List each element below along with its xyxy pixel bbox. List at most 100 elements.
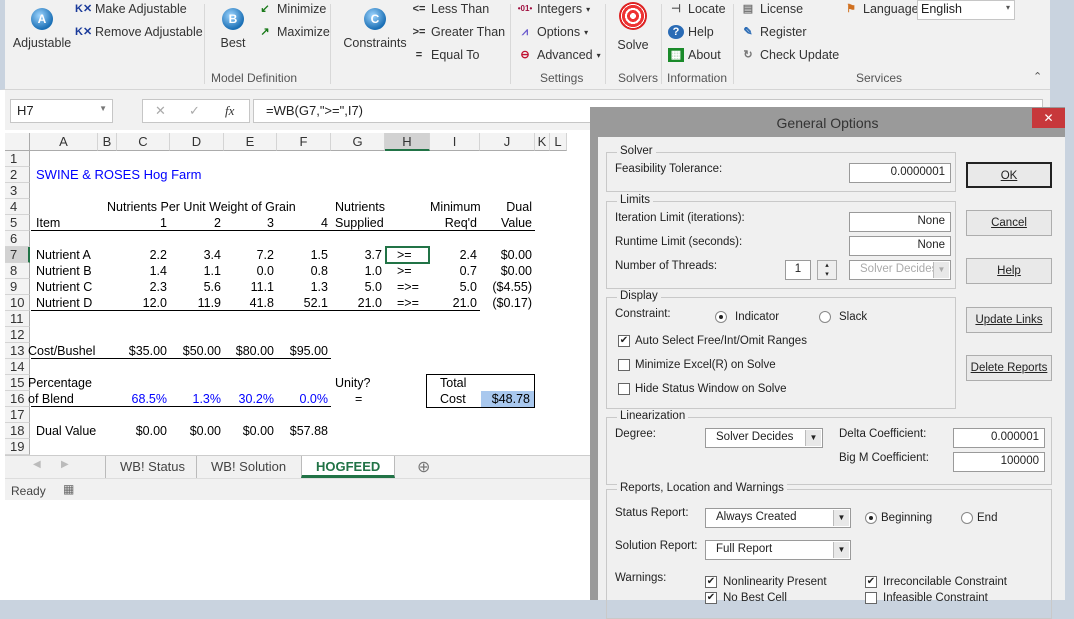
delete-reports-button[interactable]: Delete Reports: [966, 355, 1052, 381]
cell-D16[interactable]: 1.3%: [170, 391, 222, 407]
help-ribbon-button[interactable]: ? Help: [668, 25, 714, 39]
cell-F8[interactable]: 0.8: [277, 263, 328, 279]
hide-status-checkbox[interactable]: [618, 383, 630, 395]
cell-E10[interactable]: 41.8: [224, 295, 274, 311]
no-best-cell-checkbox[interactable]: ✔: [705, 592, 717, 604]
cell-C13[interactable]: $35.00: [117, 343, 167, 359]
cell-J10[interactable]: ($0.17): [480, 295, 532, 311]
cell-J8[interactable]: $0.00: [480, 263, 532, 279]
column-header-A[interactable]: A: [30, 133, 98, 151]
row-header-18[interactable]: 18: [5, 423, 30, 439]
cell-A18[interactable]: Dual Value: [36, 423, 96, 439]
column-header-D[interactable]: D: [170, 133, 224, 151]
cell-I9[interactable]: 5.0: [430, 279, 477, 295]
runtime-limit-input[interactable]: None: [849, 236, 951, 256]
best-button[interactable]: B Best: [213, 8, 253, 50]
cell-A8[interactable]: Nutrient B: [36, 263, 92, 279]
cell-C9[interactable]: 2.3: [117, 279, 167, 295]
slack-radio[interactable]: [819, 311, 831, 323]
row-header-15[interactable]: 15: [5, 375, 30, 391]
threads-mode-select[interactable]: Solver Decides ▼: [849, 260, 951, 280]
cell-J9[interactable]: ($4.55): [480, 279, 532, 295]
cell-C16[interactable]: 68.5%: [117, 391, 167, 407]
cell-A9[interactable]: Nutrient C: [36, 279, 92, 295]
collapse-ribbon-icon[interactable]: ⌃: [1033, 70, 1042, 83]
advanced-menu[interactable]: ⊖ Advanced ▾: [517, 48, 600, 62]
cell-G7[interactable]: 3.7: [331, 247, 382, 263]
row-header-19[interactable]: 19: [5, 439, 30, 455]
locate-button[interactable]: ⊣ Locate: [668, 2, 725, 16]
row-header-12[interactable]: 12: [5, 327, 30, 343]
row-header-14[interactable]: 14: [5, 359, 30, 375]
cell-I10[interactable]: 21.0: [430, 295, 477, 311]
cell-A2[interactable]: SWINE & ROSES Hog Farm: [36, 167, 201, 183]
cell-I7[interactable]: 2.4: [430, 247, 477, 263]
cell-A5[interactable]: Item: [36, 215, 60, 231]
make-adjustable-button[interactable]: K✕ Make Adjustable: [75, 2, 187, 16]
column-header-I[interactable]: I: [430, 133, 480, 151]
cell-A10[interactable]: Nutrient D: [36, 295, 92, 311]
cell-F9[interactable]: 1.3: [277, 279, 328, 295]
cell-F5[interactable]: 4: [277, 215, 328, 231]
row-header-13[interactable]: 13: [5, 343, 30, 359]
status-report-select[interactable]: Always Created ▼: [705, 508, 851, 528]
bigm-coefficient-input[interactable]: 100000: [953, 452, 1045, 472]
less-than-button[interactable]: <= Less Than: [411, 2, 490, 16]
indicator-radio[interactable]: [715, 311, 727, 323]
cell-F7[interactable]: 1.5: [277, 247, 328, 263]
cell-H10[interactable]: =>=: [397, 295, 427, 311]
cell-H9[interactable]: =>=: [397, 279, 427, 295]
cell-A7[interactable]: Nutrient A: [36, 247, 91, 263]
row-header-7[interactable]: 7: [5, 247, 30, 263]
cell-D18[interactable]: $0.00: [170, 423, 221, 439]
column-header-L[interactable]: L: [550, 133, 567, 151]
cell-G4[interactable]: Nutrients: [335, 199, 385, 215]
column-header-J[interactable]: J: [480, 133, 535, 151]
threads-input[interactable]: 1: [785, 260, 811, 280]
equal-to-button[interactable]: = Equal To: [411, 48, 480, 62]
degree-select[interactable]: Solver Decides ▼: [705, 428, 823, 448]
irreconcilable-checkbox[interactable]: ✔: [865, 576, 877, 588]
cell-D5[interactable]: 2: [170, 215, 221, 231]
threads-spinner[interactable]: ▴ ▾: [817, 260, 837, 280]
minimize-button[interactable]: ↙ Minimize: [257, 2, 326, 16]
solution-report-select[interactable]: Full Report ▼: [705, 540, 851, 560]
scroll-right-icon[interactable]: ▶: [61, 459, 69, 470]
row-header-11[interactable]: 11: [5, 311, 30, 327]
column-header-E[interactable]: E: [224, 133, 277, 151]
row-header-8[interactable]: 8: [5, 263, 30, 279]
cell-E9[interactable]: 11.1: [224, 279, 274, 295]
cell-D9[interactable]: 5.6: [170, 279, 221, 295]
row-header-10[interactable]: 10: [5, 295, 30, 311]
cell-G8[interactable]: 1.0: [331, 263, 382, 279]
cell-I8[interactable]: 0.7: [430, 263, 477, 279]
sheet-tab-hogfeed[interactable]: HOGFEED: [301, 456, 396, 478]
update-links-button[interactable]: Update Links: [966, 307, 1052, 333]
cell-C4[interactable]: Nutrients Per Unit Weight of Grain: [107, 199, 296, 215]
row-header-16[interactable]: 16: [5, 391, 30, 407]
row-header-17[interactable]: 17: [5, 407, 30, 423]
cell-G16[interactable]: =: [355, 391, 362, 407]
cell-D10[interactable]: 11.9: [170, 295, 221, 311]
maximize-button[interactable]: ↗ Maximize: [257, 25, 329, 39]
cell-C18[interactable]: $0.00: [117, 423, 167, 439]
register-button[interactable]: ✎ Register: [740, 25, 806, 39]
ok-button[interactable]: OK: [966, 162, 1052, 188]
cell-D8[interactable]: 1.1: [170, 263, 221, 279]
cell-I4[interactable]: Minimum: [430, 199, 481, 215]
integers-menu[interactable]: •01• Integers ▾: [517, 2, 590, 16]
cell-C7[interactable]: 2.2: [117, 247, 167, 263]
cell-H8[interactable]: >=: [397, 263, 427, 279]
help-button[interactable]: Help: [966, 258, 1052, 284]
cell-G10[interactable]: 21.0: [331, 295, 382, 311]
column-header-K[interactable]: K: [535, 133, 550, 151]
cell-G9[interactable]: 5.0: [331, 279, 382, 295]
cell-E16[interactable]: 30.2%: [224, 391, 274, 407]
infeasible-checkbox[interactable]: [865, 592, 877, 604]
cancel-icon[interactable]: ✕: [155, 103, 166, 119]
cell-F16[interactable]: 0.0%: [277, 391, 329, 407]
greater-than-button[interactable]: >= Greater Than: [411, 25, 506, 39]
cell-C8[interactable]: 1.4: [117, 263, 167, 279]
minimize-excel-checkbox[interactable]: [618, 359, 630, 371]
row-header-2[interactable]: 2: [5, 167, 30, 183]
